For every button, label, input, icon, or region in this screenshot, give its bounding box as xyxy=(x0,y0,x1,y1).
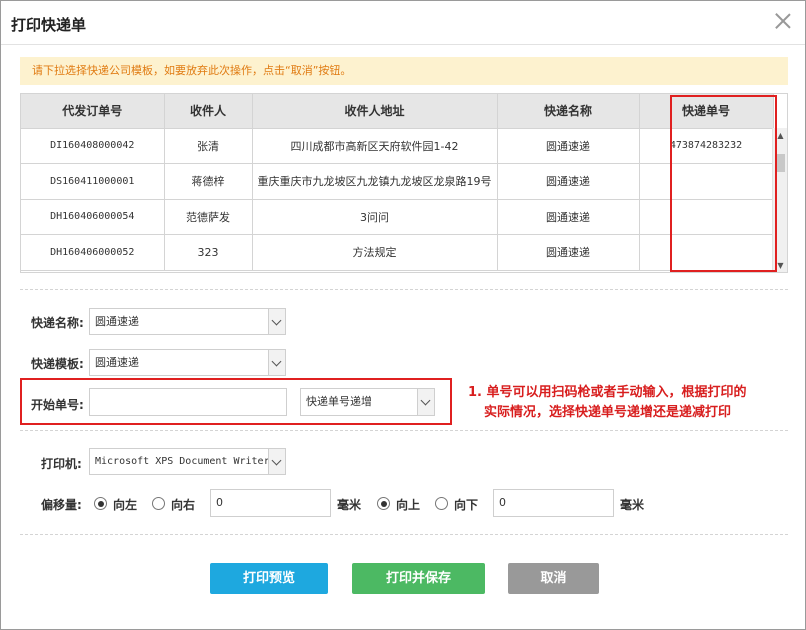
tracking-column-highlight xyxy=(670,95,777,272)
down-label: 向下 xyxy=(454,498,479,512)
chevron-down-icon[interactable] xyxy=(268,309,285,334)
cell-address: 3问问 xyxy=(252,199,498,235)
cell-address: 四川成都市高新区天府软件园1-42 xyxy=(252,128,498,164)
divider xyxy=(20,289,788,290)
right-label: 向右 xyxy=(171,498,196,512)
table-header-row: 代发订单号 收件人 收件人地址 快递名称 快递单号 xyxy=(21,94,774,129)
print-and-save-button[interactable]: 打印并保存 xyxy=(352,563,485,594)
start-no-input[interactable] xyxy=(89,388,287,416)
divider xyxy=(20,430,788,431)
close-icon[interactable] xyxy=(773,11,793,31)
notice-banner: 请下拉选择快递公司模板，如要放弃此次操作，点击“取消”按钮。 xyxy=(20,57,788,85)
offset-label: 偏移量: xyxy=(41,498,82,512)
cell-express-name: 圆通速递 xyxy=(497,163,640,200)
cell-recipient: 张清 xyxy=(164,128,253,164)
col-header-recipient: 收件人 xyxy=(164,94,253,129)
h-offset-input[interactable]: 0 xyxy=(210,489,331,517)
express-name-value: 圆通速递 xyxy=(95,315,139,328)
cell-order-no: DS160411000001 xyxy=(21,163,165,200)
up-label: 向上 xyxy=(396,498,421,512)
chevron-down-icon[interactable] xyxy=(268,350,285,375)
radio-left[interactable] xyxy=(94,497,107,510)
cell-order-no: DH160406000052 xyxy=(21,234,165,271)
dialog-titlebar: 打印快递单 xyxy=(1,1,805,45)
cell-address: 方法规定 xyxy=(252,234,498,271)
cell-recipient: 323 xyxy=(164,234,253,271)
cell-order-no: DI160408000042 xyxy=(21,128,165,164)
col-header-address: 收件人地址 xyxy=(252,94,498,129)
printer-select[interactable]: Microsoft XPS Document Writer xyxy=(89,448,286,475)
radio-right[interactable] xyxy=(152,497,165,510)
left-label: 向左 xyxy=(113,498,138,512)
express-name-select[interactable]: 圆通速递 xyxy=(89,308,286,335)
table-row[interactable]: DH160406000052 323 方法规定 圆通速递 xyxy=(21,234,774,271)
unit-mm-label-2: 毫米 xyxy=(620,498,645,512)
print-preview-button[interactable]: 打印预览 xyxy=(210,563,328,594)
cell-express-name: 圆通速递 xyxy=(497,199,640,235)
printer-value: Microsoft XPS Document Writer xyxy=(95,456,270,467)
cell-recipient: 蒋德梓 xyxy=(164,163,253,200)
cell-express-name: 圆通速递 xyxy=(497,128,640,164)
unit-mm-label: 毫米 xyxy=(337,498,362,512)
col-header-express-name: 快递名称 xyxy=(497,94,640,129)
radio-up[interactable] xyxy=(377,497,390,510)
start-no-label: 开始单号: xyxy=(31,398,84,412)
radio-down[interactable] xyxy=(435,497,448,510)
divider xyxy=(20,534,788,535)
express-name-label: 快递名称: xyxy=(31,316,84,330)
instruction-annotation: 1. 单号可以用扫码枪或者手动输入，根据打印的 实际情况，选择快递单号递增还是递… xyxy=(468,383,798,423)
express-template-label: 快递模板: xyxy=(31,357,84,371)
cell-express-name: 圆通速递 xyxy=(497,234,640,271)
instruction-line-2: 实际情况，选择快递单号递增还是递减打印 xyxy=(484,405,732,420)
cell-order-no: DH160406000054 xyxy=(21,199,165,235)
dialog-title: 打印快递单 xyxy=(11,16,87,34)
chevron-down-icon[interactable] xyxy=(417,389,434,415)
table-row[interactable]: DH160406000054 范德萨发 3问问 圆通速递 xyxy=(21,199,774,235)
increment-select[interactable]: 快递单号递增 xyxy=(300,388,435,416)
table-row[interactable]: DI160408000042 张清 四川成都市高新区天府软件园1-42 圆通速递… xyxy=(21,128,774,164)
cell-recipient: 范德萨发 xyxy=(164,199,253,235)
print-express-dialog: 打印快递单 请下拉选择快递公司模板，如要放弃此次操作，点击“取消”按钮。 代发订… xyxy=(0,0,806,630)
cancel-button[interactable]: 取消 xyxy=(508,563,599,594)
increment-value: 快递单号递增 xyxy=(306,395,372,408)
instruction-line-1: 1. 单号可以用扫码枪或者手动输入，根据打印的 xyxy=(468,385,747,400)
chevron-down-icon[interactable] xyxy=(268,449,285,474)
printer-label: 打印机: xyxy=(41,457,82,471)
cell-address: 重庆重庆市九龙坡区九龙镇九龙坡区龙泉路19号 xyxy=(252,163,498,200)
express-template-select[interactable]: 圆通速递 xyxy=(89,349,286,376)
express-template-value: 圆通速递 xyxy=(95,356,139,369)
table-row[interactable]: DS160411000001 蒋德梓 重庆重庆市九龙坡区九龙镇九龙坡区龙泉路19… xyxy=(21,163,774,200)
col-header-order-no: 代发订单号 xyxy=(21,94,165,129)
v-offset-input[interactable]: 0 xyxy=(493,489,614,517)
